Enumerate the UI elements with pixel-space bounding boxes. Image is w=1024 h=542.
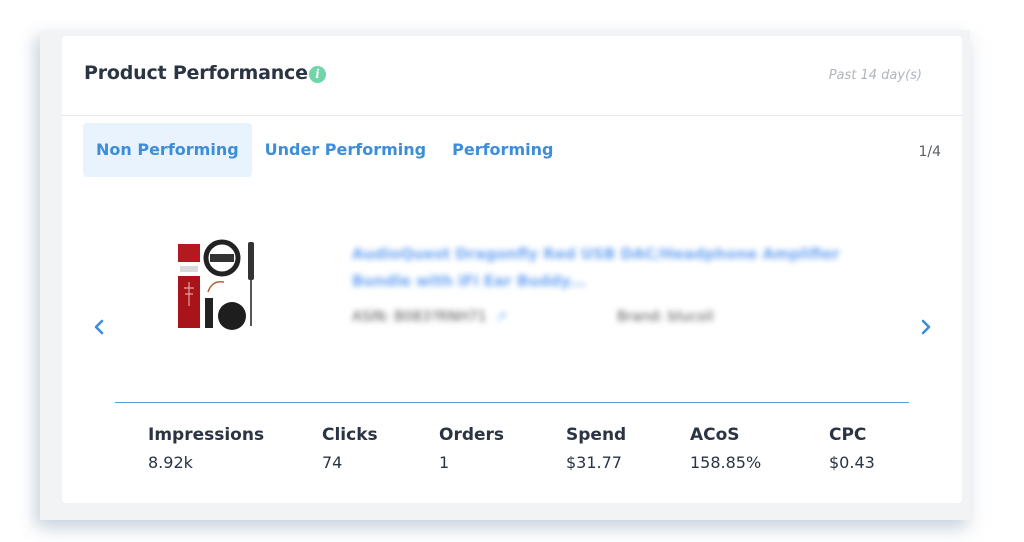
product-image[interactable] (172, 236, 268, 336)
metric-cpc: CPC $0.43 (829, 425, 875, 472)
asin-value: B083?RNH71 (394, 309, 487, 325)
metric-acos: ACoS 158.85% (690, 425, 761, 472)
chevron-left-icon (94, 319, 104, 335)
metric-value: 158.85% (690, 453, 762, 472)
info-icon[interactable]: i (309, 66, 326, 83)
brand-label: Brand: (617, 309, 664, 325)
metric-value: 1 (439, 453, 450, 472)
brand-value: blucoil (667, 309, 714, 325)
metric-value: $0.43 (829, 453, 875, 472)
next-product-button[interactable] (914, 316, 936, 338)
chevron-right-icon (921, 319, 931, 335)
brand-field: Brand: blucoil (617, 309, 714, 325)
product-info: AudioQuest Dragonfly Red USB DAC/Headpho… (352, 241, 892, 325)
card-header: Product Performance i Past 14 day(s) (62, 36, 962, 116)
metric-label: Spend (566, 425, 627, 445)
metric-label: Orders (439, 425, 505, 445)
metric-label: Impressions (148, 425, 265, 445)
metric-label: CPC (829, 425, 867, 445)
tab-performing[interactable]: Performing (439, 123, 566, 177)
metric-impressions: Impressions 8.92k (148, 425, 264, 472)
metrics-divider (115, 402, 909, 403)
metrics-row: Impressions 8.92k Clicks 74 Orders 1 Spe… (148, 425, 908, 485)
card-title: Product Performance (84, 62, 308, 84)
product-performance-card: Product Performance i Past 14 day(s) Non… (62, 36, 962, 503)
metric-spend: Spend $31.77 (566, 425, 626, 472)
previous-product-button[interactable] (89, 316, 111, 338)
external-link-icon[interactable]: ↗ (495, 309, 507, 325)
tab-under-performing[interactable]: Under Performing (252, 123, 439, 177)
asin-field: ASIN: B083?RNH71 ↗ (352, 309, 617, 325)
metric-label: ACoS (690, 425, 740, 445)
tab-non-performing[interactable]: Non Performing (83, 123, 252, 177)
metric-label: Clicks (322, 425, 378, 445)
period-label: Past 14 day(s) (828, 68, 922, 83)
metric-value: 74 (322, 453, 343, 472)
metric-orders: Orders 1 (439, 425, 504, 472)
product-name-link[interactable]: AudioQuest Dragonfly Red USB DAC/Headpho… (352, 241, 892, 295)
asin-label: ASIN: (352, 309, 390, 325)
metric-clicks: Clicks 74 (322, 425, 378, 472)
product-meta: ASIN: B083?RNH71 ↗ Brand: blucoil (352, 309, 892, 325)
page-indicator: 1/4 (918, 144, 941, 160)
metric-value: 8.92k (148, 453, 193, 472)
performance-tabs: Non Performing Under Performing Performi… (83, 123, 566, 177)
metric-value: $31.77 (566, 453, 622, 472)
